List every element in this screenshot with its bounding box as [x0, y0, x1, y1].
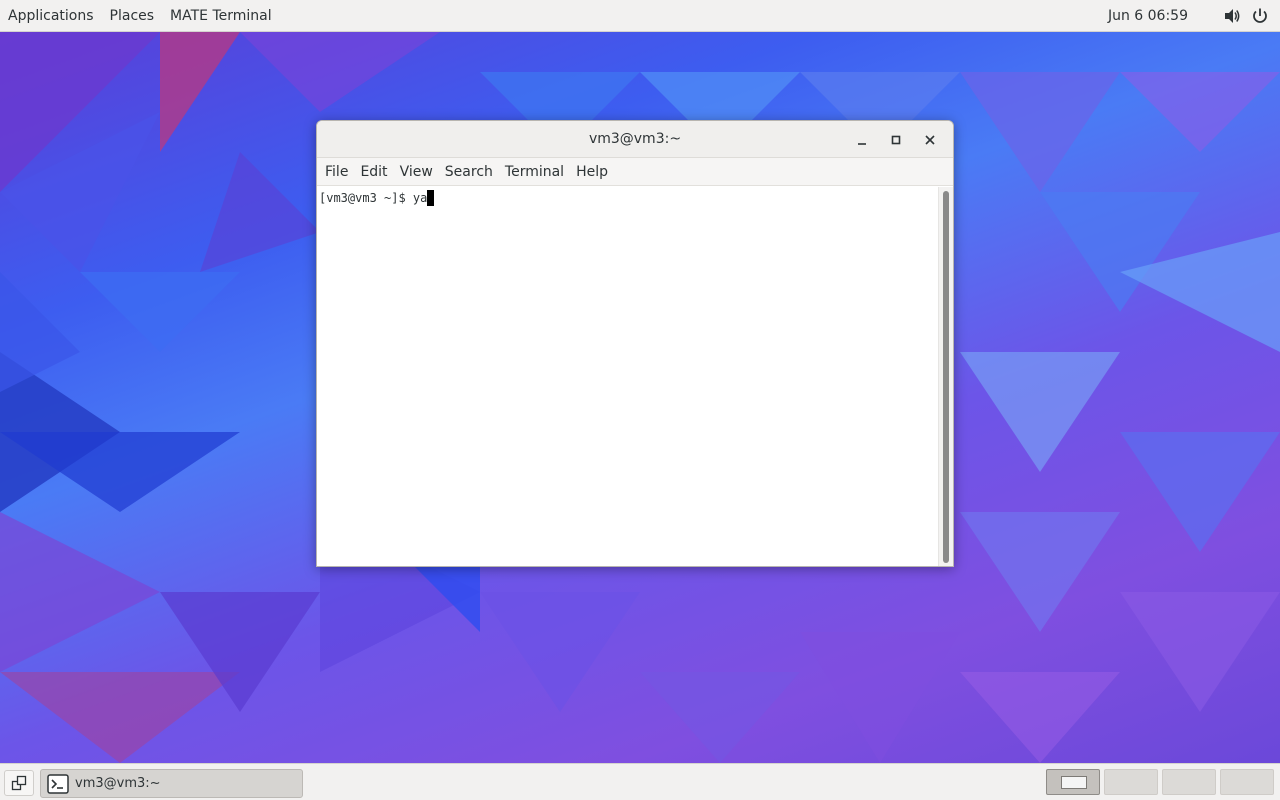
- menu-terminal[interactable]: Terminal: [499, 164, 570, 180]
- maximize-button[interactable]: [879, 125, 913, 155]
- menu-search[interactable]: Search: [439, 164, 499, 180]
- volume-icon[interactable]: [1218, 0, 1246, 32]
- taskbar-terminal-button[interactable]: vm3@vm3:~: [40, 769, 303, 798]
- window-titlebar[interactable]: vm3@vm3:~: [317, 121, 953, 158]
- menu-help[interactable]: Help: [570, 164, 614, 180]
- minimize-icon: [858, 142, 866, 145]
- bottom-panel: vm3@vm3:~: [0, 763, 1280, 800]
- workspace-1[interactable]: [1046, 769, 1100, 795]
- show-desktop-icon: [11, 775, 27, 791]
- terminal-window[interactable]: vm3@vm3:~ File Edit View Search Terminal…: [316, 120, 954, 567]
- terminal-icon: [47, 773, 69, 794]
- window-title: vm3@vm3:~: [588, 131, 682, 147]
- volume-icon-svg: [1225, 9, 1240, 23]
- close-button[interactable]: [913, 125, 947, 155]
- workspace-2[interactable]: [1104, 769, 1158, 795]
- close-icon: [925, 134, 935, 145]
- menu-file[interactable]: File: [319, 164, 354, 180]
- show-desktop-button[interactable]: [4, 770, 34, 796]
- top-menu: Applications Places MATE Terminal: [0, 0, 280, 31]
- workspace-3[interactable]: [1162, 769, 1216, 795]
- terminal-input: ya: [412, 191, 428, 205]
- terminal-area[interactable]: [vm3@vm3 ~]$ ya: [317, 187, 939, 566]
- workspace-4[interactable]: [1220, 769, 1274, 795]
- top-panel: Applications Places MATE Terminal Jun 6 …: [0, 0, 1280, 32]
- window-controls: [845, 121, 947, 158]
- terminal-prompt: [vm3@vm3 ~]$: [319, 191, 413, 205]
- minimize-button[interactable]: [845, 125, 879, 155]
- terminal-cursor: [427, 190, 435, 206]
- scrollbar-thumb[interactable]: [943, 191, 949, 563]
- power-icon-svg: [1253, 8, 1267, 23]
- prompt-line: [vm3@vm3 ~]$ ya: [319, 190, 937, 206]
- mate-terminal-menu[interactable]: MATE Terminal: [162, 0, 280, 31]
- clock[interactable]: Jun 6 06:59: [1108, 8, 1188, 24]
- menu-edit[interactable]: Edit: [354, 164, 393, 180]
- window-menubar: File Edit View Search Terminal Help: [317, 158, 953, 186]
- places-menu[interactable]: Places: [102, 0, 163, 31]
- workspace-switcher: [1042, 769, 1274, 795]
- power-icon[interactable]: [1246, 0, 1274, 32]
- applications-menu[interactable]: Applications: [0, 0, 102, 31]
- maximize-icon: [891, 135, 901, 144]
- panel-right: Jun 6 06:59: [1108, 0, 1280, 32]
- terminal-scrollbar[interactable]: [938, 187, 953, 566]
- taskbar-label: vm3@vm3:~: [75, 776, 161, 791]
- workspace-window-thumbnail: [1061, 776, 1087, 789]
- menu-view[interactable]: View: [394, 164, 439, 180]
